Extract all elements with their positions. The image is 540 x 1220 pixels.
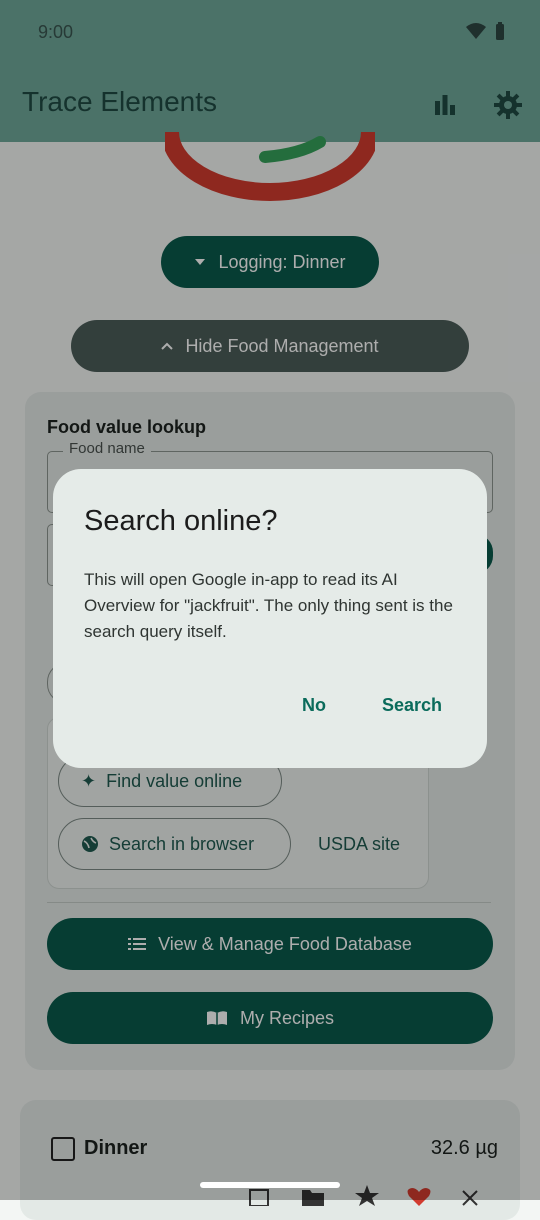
dialog-body: This will open Google in-app to read its…: [84, 570, 453, 641]
dialog-search-button[interactable]: Search: [382, 695, 442, 716]
dialog-title: Search online?: [84, 505, 278, 537]
home-indicator[interactable]: [200, 1182, 340, 1188]
dialog-no-button[interactable]: No: [302, 695, 326, 716]
search-online-dialog: Search online? This will open Google in-…: [53, 469, 487, 768]
